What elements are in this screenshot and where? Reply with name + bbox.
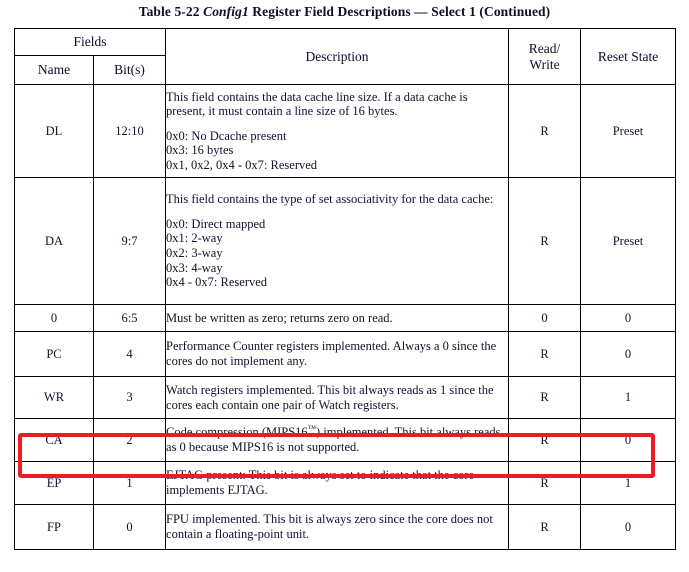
read-write-line-2: Write: [529, 56, 560, 72]
caption-register-name: Config1: [203, 4, 249, 19]
header-row-group: Fields Description Read/ Write Reset Sta…: [13, 28, 677, 85]
field-reset-state-cell: Preset: [580, 177, 677, 305]
field-description-cell: EJTAG present: This bit is always set to…: [165, 461, 510, 505]
column-header-bits: Bit(s): [92, 55, 167, 85]
field-bits-cell: 9:7: [92, 177, 167, 305]
field-reset-state-cell: 0: [580, 418, 677, 462]
field-bits-cell: 0: [92, 504, 167, 550]
field-reset-state-cell: 1: [580, 376, 677, 419]
field-read-write-cell: R: [508, 376, 582, 419]
table-row: 0 6:5 Must be written as zero; returns z…: [14, 304, 677, 332]
description-paragraph: Watch registers implemented. This bit al…: [166, 382, 494, 412]
description-paragraph: Must be written as zero; returns zero on…: [166, 310, 393, 325]
description-option: 0x3: 4-way: [166, 260, 223, 275]
field-description-cell: Performance Counter registers implemente…: [165, 331, 510, 377]
column-header-read-write: Read/ Write: [508, 28, 582, 85]
description-option: 0x2: 3-way: [166, 246, 223, 260]
field-description-cell: This field contains the data cache line …: [165, 84, 510, 178]
field-bits-cell: 4: [92, 331, 167, 377]
description-option: 0x1: 2-way: [166, 231, 223, 246]
field-name-cell: EP: [14, 461, 94, 505]
table-row: PC 4 Performance Counter registers imple…: [14, 331, 677, 377]
field-reset-state-cell: 0: [580, 504, 677, 550]
description-option: 0x4 - 0x7: Reserved: [166, 275, 268, 290]
field-name-cell: PC: [14, 331, 94, 377]
column-header-description: Description: [165, 28, 510, 85]
column-header-name: Name: [14, 55, 94, 85]
description-paragraph: This field contains the data cache line …: [166, 89, 468, 119]
field-bits-cell: 2: [92, 418, 167, 462]
field-reset-state-cell: Preset: [580, 84, 677, 178]
table-row: EP 1 EJTAG present: This bit is always s…: [14, 461, 677, 505]
field-name-cell: FP: [14, 504, 94, 550]
field-description-cell: Code compression (MIPS16™) implemented. …: [165, 418, 510, 462]
field-bits-cell: 6:5: [92, 304, 167, 332]
description-option: 0x0: Direct mapped: [166, 216, 266, 231]
field-read-write-cell: R: [508, 331, 582, 377]
table-row-highlighted: CA 2 Code compression (MIPS16™) implemen…: [14, 418, 677, 462]
field-reset-state-cell: 0: [580, 331, 677, 377]
register-field-table: Fields Description Read/ Write Reset Sta…: [13, 28, 677, 550]
description-paragraph: This field contains the type of set asso…: [166, 192, 494, 207]
description-text-pre: Code compression (MIPS16: [166, 425, 308, 440]
trademark-symbol: ™: [307, 423, 317, 434]
field-description-cell: This field contains the type of set asso…: [165, 177, 510, 305]
description-option: 0x1, 0x2, 0x4 - 0x7: Reserved: [166, 157, 318, 172]
field-read-write-cell: 0: [508, 304, 582, 332]
field-name-cell: 0: [14, 304, 94, 332]
description-paragraph: Performance Counter registers implemente…: [166, 339, 497, 368]
description-paragraph: Code compression (MIPS16™) implemented. …: [166, 423, 508, 454]
description-option: 0x3: 16 bytes: [166, 143, 234, 158]
register-field-table-container: Fields Description Read/ Write Reset Sta…: [13, 28, 677, 550]
field-read-write-cell: R: [508, 461, 582, 505]
description-paragraph: FPU implemented. This bit is always zero…: [166, 512, 493, 541]
field-description-cell: FPU implemented. This bit is always zero…: [165, 504, 510, 550]
table-row: DA 9:7 This field contains the type of s…: [14, 177, 677, 305]
table-body: DL 12:10 This field contains the data ca…: [14, 84, 677, 550]
caption-suffix: Register Field Descriptions — Select 1 (…: [248, 4, 551, 19]
field-name-cell: DA: [14, 177, 94, 305]
field-bits-cell: 3: [92, 376, 167, 419]
field-bits-cell: 12:10: [92, 84, 167, 178]
table-caption: Table 5-22 Config1 Register Field Descri…: [0, 0, 689, 22]
field-name-cell: WR: [14, 376, 94, 419]
read-write-line-1: Read/: [528, 40, 561, 56]
column-header-fields: Fields: [13, 28, 167, 56]
field-name-cell: DL: [14, 84, 94, 178]
description-paragraph: EJTAG present: This bit is always set to…: [166, 468, 475, 497]
table-row: FP 0 FPU implemented. This bit is always…: [14, 504, 677, 550]
table-row: WR 3 Watch registers implemented. This b…: [14, 376, 677, 419]
field-reset-state-cell: 1: [580, 461, 677, 505]
field-name-cell: CA: [14, 418, 94, 462]
field-read-write-cell: R: [508, 177, 582, 305]
table-header: Fields Description Read/ Write Reset Sta…: [13, 28, 677, 85]
field-reset-state-cell: 0: [580, 304, 677, 332]
table-row: DL 12:10 This field contains the data ca…: [14, 84, 677, 178]
field-description-cell: Watch registers implemented. This bit al…: [165, 376, 510, 419]
column-header-reset-state: Reset State: [580, 28, 677, 85]
field-read-write-cell: R: [508, 84, 582, 178]
field-read-write-cell: R: [508, 418, 582, 462]
caption-prefix: Table 5-22: [138, 4, 204, 19]
field-bits-cell: 1: [92, 461, 167, 505]
field-description-cell: Must be written as zero; returns zero on…: [165, 304, 510, 332]
description-option: 0x0: No Dcache present: [166, 128, 287, 143]
field-read-write-cell: R: [508, 504, 582, 550]
